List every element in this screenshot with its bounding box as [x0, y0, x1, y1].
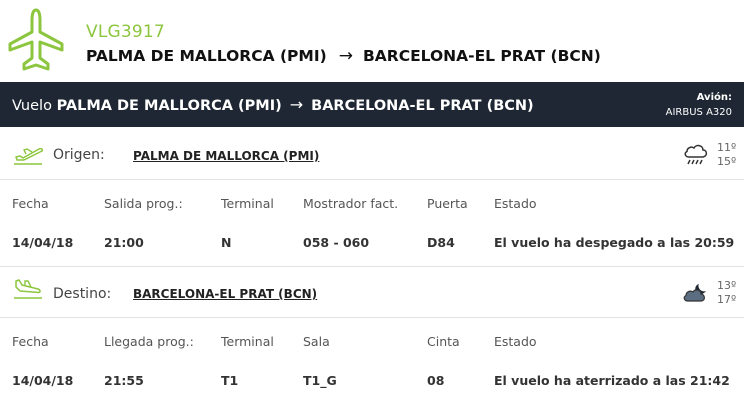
origin-temps: 11º 15º — [717, 141, 736, 169]
destination-airport-link[interactable]: BARCELONA-EL PRAT (BCN) — [133, 287, 317, 301]
dest-col-fecha: Fecha — [12, 334, 49, 349]
arrow-right-icon: → — [338, 46, 353, 66]
dest-llegada: 21:55 — [104, 373, 144, 388]
takeoff-icon — [14, 147, 43, 165]
origin-col-salida: Salida prog.: — [104, 196, 183, 211]
origin-col-fecha: Fecha — [12, 196, 49, 211]
origin-col-mostrador: Mostrador fact. — [303, 196, 399, 211]
destination-header: Destino: BARCELONA-EL PRAT (BCN) 13º 17º — [0, 268, 744, 318]
cloudy-night-icon — [683, 284, 706, 302]
flight-bar: Vuelo PALMA DE MALLORCA (PMI) → BARCELONA-… — [0, 82, 744, 127]
origin-col-terminal: Terminal — [221, 196, 274, 211]
route-origin: PALMA DE MALLORCA (PMI) — [86, 47, 327, 65]
dest-col-llegada: Llegada prog.: — [104, 334, 194, 349]
origin-salida: 21:00 — [104, 235, 144, 250]
bar-prefix: Vuelo — [12, 98, 52, 114]
dest-sala: T1_G — [303, 373, 337, 388]
destination-temp-high: 17º — [717, 293, 737, 306]
origin-mostrador: 058 - 060 — [303, 235, 370, 250]
origin-terminal: N — [221, 235, 232, 250]
destination-label: Destino: — [53, 286, 112, 302]
bar-route: Vuelo PALMA DE MALLORCA (PMI) → BARCELONA-… — [12, 95, 534, 114]
dest-col-estado: Estado — [494, 334, 537, 349]
section-divider — [0, 266, 744, 267]
route-destination: BARCELONA-EL PRAT (BCN) — [362, 47, 601, 65]
dest-cinta: 08 — [427, 373, 445, 388]
flight-code: VLG3917 — [86, 22, 165, 42]
dest-col-cinta: Cinta — [427, 334, 460, 349]
arrow-right-icon: → — [289, 95, 304, 114]
landing-icon — [14, 279, 42, 299]
origin-temp-high: 15º — [717, 155, 737, 168]
aircraft-info: Avión: AIRBUS A320 — [666, 90, 732, 120]
rain-cloud-icon — [684, 144, 708, 165]
origin-col-estado: Estado — [494, 196, 537, 211]
dest-col-terminal: Terminal — [221, 334, 274, 349]
aircraft-label: Avión: — [696, 92, 732, 103]
origin-estado: El vuelo ha despegado a las 20:59 — [494, 235, 735, 250]
bar-origin: PALMA DE MALLORCA (PMI) — [56, 98, 282, 114]
airplane-icon — [8, 8, 64, 71]
origin-col-puerta: Puerta — [427, 196, 468, 211]
dest-fecha: 14/04/18 — [12, 373, 74, 388]
origin-temp-low: 11º — [717, 141, 737, 154]
aircraft-value: AIRBUS A320 — [665, 107, 732, 118]
flight-header: VLG3917 PALMA DE MALLORCA (PMI) → BARCELON… — [0, 0, 744, 82]
origin-puerta: D84 — [427, 235, 455, 250]
destination-temps: 13º 17º — [717, 279, 736, 307]
dest-estado: El vuelo ha aterrizado a las 21:42 — [494, 373, 730, 388]
dest-col-sala: Sala — [303, 334, 330, 349]
dest-terminal: T1 — [221, 373, 239, 388]
origin-fecha: 14/04/18 — [12, 235, 74, 250]
origin-header: Origen: PALMA DE MALLORCA (PMI) 11º 15º — [0, 130, 744, 180]
flight-route: PALMA DE MALLORCA (PMI) → BARCELONA-EL PRA… — [86, 46, 601, 66]
bar-destination: BARCELONA-EL PRAT (BCN) — [311, 98, 534, 114]
destination-temp-low: 13º — [717, 279, 737, 292]
origin-label: Origen: — [53, 147, 105, 163]
origin-airport-link[interactable]: PALMA DE MALLORCA (PMI) — [133, 149, 319, 163]
